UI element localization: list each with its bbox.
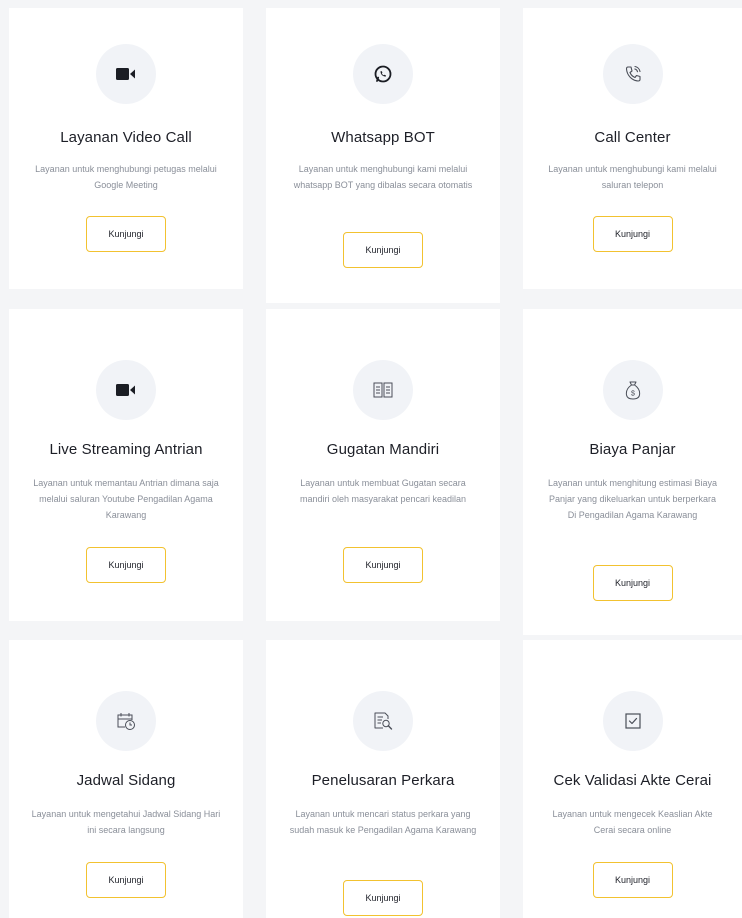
checkbox-icon bbox=[602, 691, 663, 751]
card-description: Layanan untuk memantau Antrian dimana sa… bbox=[33, 478, 219, 520]
visit-button[interactable]: Kunjungi bbox=[86, 216, 166, 252]
svg-text:$: $ bbox=[631, 391, 635, 398]
card-title: Live Streaming Antrian bbox=[49, 441, 203, 458]
service-card: Cek Validasi Akte Cerai Layanan untuk me… bbox=[523, 640, 742, 918]
card-description: Layanan untuk membuat Gugatan secara man… bbox=[299, 478, 467, 504]
service-card: Call Center Layanan untuk menghubungi ka… bbox=[523, 8, 742, 289]
card-title: Penelusaran Perkara bbox=[311, 772, 455, 789]
card-title: Biaya Panjar bbox=[589, 441, 676, 458]
card-description: Layanan untuk mengetahui Jadwal Sidang H… bbox=[31, 809, 221, 835]
visit-button[interactable]: Kunjungi bbox=[86, 862, 166, 898]
service-card: Live Streaming Antrian Layanan untuk mem… bbox=[9, 309, 243, 621]
visit-button[interactable]: Kunjungi bbox=[592, 216, 673, 252]
card-description: Layanan untuk mencari status perkara yan… bbox=[289, 809, 477, 835]
card-title: Whatsapp BOT bbox=[331, 129, 435, 146]
card-title: Call Center bbox=[594, 129, 671, 146]
card-description: Layanan untuk mengecek Keaslian Akte Cer… bbox=[552, 809, 713, 835]
visit-button[interactable]: Kunjungi bbox=[343, 880, 423, 916]
card-title: Jadwal Sidang bbox=[76, 772, 176, 789]
calendar-clock-icon bbox=[96, 691, 156, 751]
service-card: Layanan Video Call Layanan untuk menghub… bbox=[9, 8, 243, 289]
visit-button[interactable]: Kunjungi bbox=[592, 862, 673, 898]
video-camera-icon bbox=[96, 360, 156, 420]
money-bag-icon: $ bbox=[602, 360, 663, 420]
card-description: Layanan untuk menghubungi petugas melalu… bbox=[35, 164, 217, 190]
service-card: Gugatan Mandiri Layanan untuk membuat Gu… bbox=[266, 309, 500, 621]
visit-button[interactable]: Kunjungi bbox=[592, 565, 673, 601]
service-card: Penelusaran Perkara Layanan untuk mencar… bbox=[266, 640, 500, 918]
document-columns-icon bbox=[353, 360, 413, 420]
card-description: Layanan untuk menghubungi kami melalui s… bbox=[548, 164, 717, 190]
card-description: Layanan untuk menghitung estimasi Biaya … bbox=[547, 478, 718, 520]
visit-button[interactable]: Kunjungi bbox=[343, 232, 423, 268]
card-title: Cek Validasi Akte Cerai bbox=[553, 772, 712, 789]
document-search-icon bbox=[353, 691, 413, 751]
card-title: Layanan Video Call bbox=[60, 129, 192, 146]
card-description: Layanan untuk menghubungi kami melalui w… bbox=[293, 164, 473, 190]
video-camera-icon bbox=[96, 44, 156, 104]
whatsapp-icon bbox=[353, 44, 413, 104]
service-card: Jadwal Sidang Layanan untuk mengetahui J… bbox=[9, 640, 243, 918]
service-card: $ Biaya Panjar Layanan untuk menghitung … bbox=[523, 309, 742, 635]
phone-call-icon bbox=[602, 44, 663, 104]
service-card: Whatsapp BOT Layanan untuk menghubungi k… bbox=[266, 8, 500, 303]
card-title: Gugatan Mandiri bbox=[326, 441, 440, 458]
visit-button[interactable]: Kunjungi bbox=[343, 547, 423, 583]
visit-button[interactable]: Kunjungi bbox=[86, 547, 166, 583]
